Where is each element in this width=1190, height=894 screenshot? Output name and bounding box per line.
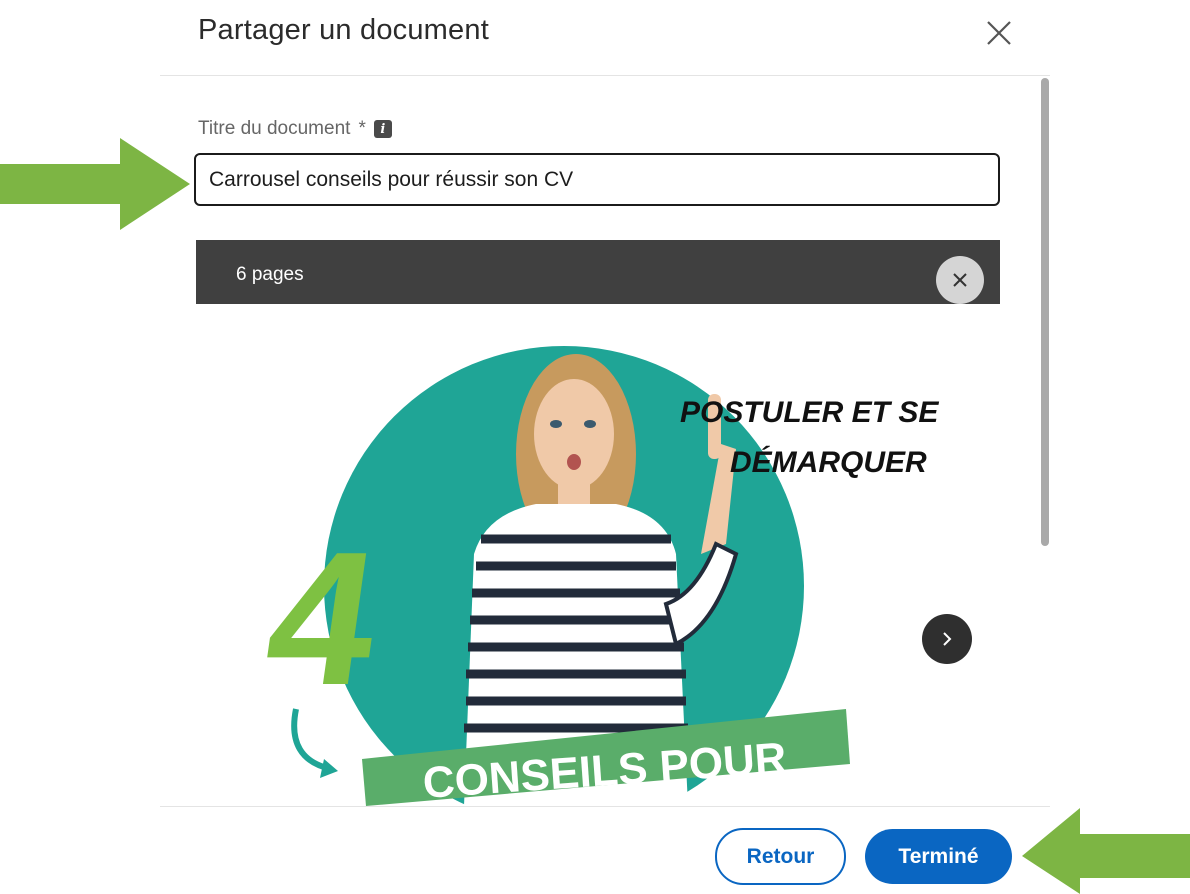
close-icon <box>987 21 1011 45</box>
slide-headline-line2: DÉMARQUER <box>730 445 927 479</box>
back-button[interactable]: Retour <box>715 828 846 885</box>
required-mark: * <box>358 118 366 139</box>
annotation-arrow-left <box>0 138 190 230</box>
close-icon <box>953 273 967 287</box>
document-title-input[interactable] <box>194 153 1000 206</box>
title-field-label: Titre du document * i <box>198 118 392 140</box>
title-label-text: Titre du document <box>198 118 351 139</box>
dialog-title: Partager un document <box>198 14 489 46</box>
remove-document-button[interactable] <box>936 256 984 304</box>
info-icon[interactable]: i <box>373 120 392 138</box>
annotation-arrow-right <box>1022 808 1190 894</box>
done-button[interactable]: Terminé <box>865 829 1012 884</box>
document-slide-preview: 4 POSTULER ET SE DÉMARQUER CONSEILS POUR <box>196 304 1000 806</box>
close-button[interactable] <box>982 16 1016 50</box>
page-count: 6 pages <box>236 264 304 285</box>
footer-divider <box>160 806 1050 807</box>
header-divider <box>160 75 1050 76</box>
chevron-right-icon <box>943 632 952 646</box>
next-page-button[interactable] <box>922 614 972 664</box>
scrollbar[interactable] <box>1041 78 1049 546</box>
slide-headline-line1: POSTULER ET SE <box>680 396 939 429</box>
document-preview-header: 6 pages <box>196 240 1000 304</box>
slide-graphic: 4 POSTULER ET SE DÉMARQUER CONSEILS POUR <box>255 346 939 806</box>
